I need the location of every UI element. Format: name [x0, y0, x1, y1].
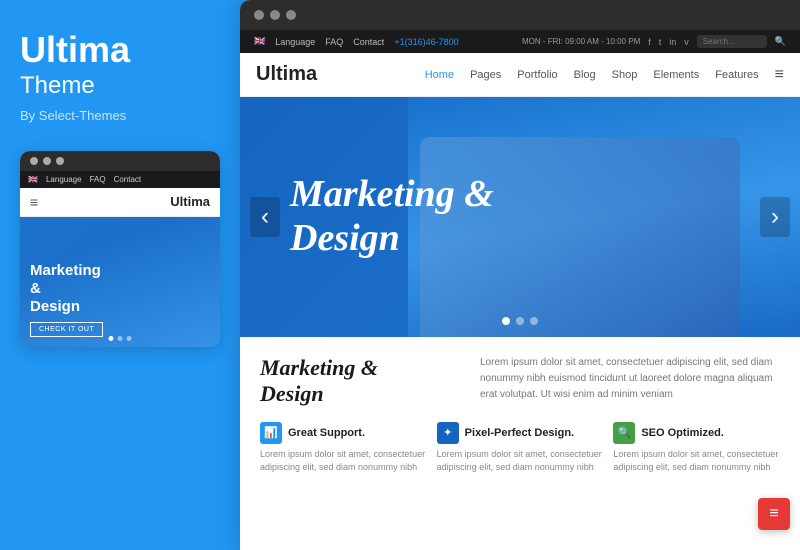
nav-link-blog[interactable]: Blog [574, 69, 596, 81]
hero-dot-1[interactable] [502, 317, 510, 325]
content-left: Marketing & Design [260, 355, 460, 408]
features-row: 📊 Great Support. Lorem ipsum dolor sit a… [260, 422, 780, 475]
feature-para-2: Lorem ipsum dolor sit amet, consectetuer… [437, 448, 604, 475]
hero-dot-2[interactable] [516, 317, 524, 325]
feature-col-3: 🔍 SEO Optimized. Lorem ipsum dolor sit a… [613, 422, 780, 475]
hero-dot-3[interactable] [530, 317, 538, 325]
mobile-topbar: 🇬🇧 Language FAQ Contact [20, 171, 220, 188]
right-panel: 🇬🇧 Language FAQ Contact +1(316)46-7800 M… [240, 0, 800, 550]
nav-link-shop[interactable]: Shop [612, 69, 638, 81]
mobile-contact-link[interactable]: Contact [114, 175, 142, 184]
feature-title-1: Great Support. [288, 427, 365, 439]
browser-dot-2 [270, 10, 280, 20]
hero-title-line1: Marketing & [290, 173, 494, 215]
mobile-hero-dots [109, 336, 132, 341]
content-heading: Marketing & Design [260, 355, 460, 408]
mobile-faq-link[interactable]: FAQ [90, 175, 106, 184]
feature-col-1: 📊 Great Support. Lorem ipsum dolor sit a… [260, 422, 427, 475]
topbar-left: 🇬🇧 Language FAQ Contact +1(316)46-7800 [254, 36, 459, 47]
feature-para-3: Lorem ipsum dolor sit amet, consectetuer… [613, 448, 780, 475]
nav-link-home[interactable]: Home [425, 69, 454, 81]
dot-1 [30, 157, 38, 165]
mobile-hero-btn[interactable]: CHECK IT OUT [30, 322, 103, 337]
mobile-preview-card: 🇬🇧 Language FAQ Contact ≡ Ultima Marketi… [20, 151, 220, 347]
topbar-social-fb[interactable]: f [648, 37, 651, 47]
hero-title: Marketing & Design [290, 173, 494, 260]
feature-icon-wrap-1: 📊 Great Support. [260, 422, 427, 444]
hero-title-line2: Design [290, 217, 400, 259]
site-topbar: 🇬🇧 Language FAQ Contact +1(316)46-7800 M… [240, 30, 800, 53]
topbar-faq[interactable]: FAQ [325, 37, 343, 47]
topbar-search-input[interactable] [697, 35, 767, 48]
topbar-phone: +1(316)46-7800 [394, 37, 458, 47]
nav-links: Home Pages Portfolio Blog Shop Elements … [425, 66, 784, 84]
feature-para-1: Lorem ipsum dolor sit amet, consectetuer… [260, 448, 427, 475]
feature-icon-1: 📊 [260, 422, 282, 444]
mobile-hero-title: Marketing&Design [30, 262, 103, 316]
topbar-search-icon[interactable]: 🔍 [775, 36, 786, 47]
nav-link-pages[interactable]: Pages [470, 69, 501, 81]
mobile-hero-dot-2 [118, 336, 123, 341]
mobile-titlebar [20, 151, 220, 171]
mobile-nav: ≡ Ultima [20, 188, 220, 217]
mobile-hero-dot-3 [127, 336, 132, 341]
brand-subtitle: Theme [20, 72, 220, 100]
content-heading-line1: Marketing & [260, 355, 378, 380]
browser-titlebar [240, 0, 800, 30]
mobile-hero: Marketing&Design CHECK IT OUT [20, 217, 220, 347]
topbar-social-tw[interactable]: t [659, 37, 662, 47]
nav-link-features[interactable]: Features [715, 69, 758, 81]
content-right: Lorem ipsum dolor sit amet, consectetuer… [480, 355, 780, 408]
feature-title-3: SEO Optimized. [641, 427, 724, 439]
brand-title: Ultima [20, 30, 220, 70]
topbar-social-v[interactable]: v [684, 37, 689, 47]
content-top: Marketing & Design Lorem ipsum dolor sit… [260, 355, 780, 408]
topbar-hours: MON - FRI: 09:00 AM - 10:00 PM [522, 37, 640, 46]
mobile-flag-icon: 🇬🇧 [28, 175, 38, 184]
hero-dots [502, 317, 538, 325]
brand-by: By Select-Themes [20, 108, 220, 123]
browser-dot-3 [286, 10, 296, 20]
feature-icon-2: ✦ [437, 422, 459, 444]
nav-hamburger-icon[interactable]: ≡ [775, 66, 784, 84]
topbar-social-in[interactable]: in [669, 37, 676, 47]
feature-icon-wrap-3: 🔍 SEO Optimized. [613, 422, 780, 444]
hero-prev-arrow[interactable]: ‹ [250, 197, 280, 237]
mobile-hero-dot-1 [109, 336, 114, 341]
corner-menu-button[interactable]: ≡ [758, 498, 790, 530]
mobile-hamburger-icon[interactable]: ≡ [30, 194, 38, 210]
content-heading-line2: Design [260, 381, 324, 406]
site-content: Marketing & Design Lorem ipsum dolor sit… [240, 337, 800, 550]
topbar-contact[interactable]: Contact [353, 37, 384, 47]
feature-title-2: Pixel-Perfect Design. [465, 427, 574, 439]
mobile-hero-content: Marketing&Design CHECK IT OUT [30, 262, 103, 337]
feature-icon-3: 🔍 [613, 422, 635, 444]
left-panel: Ultima Theme By Select-Themes 🇬🇧 Languag… [0, 0, 240, 550]
mobile-language-label[interactable]: Language [46, 175, 82, 184]
hero-next-arrow[interactable]: › [760, 197, 790, 237]
nav-link-portfolio[interactable]: Portfolio [517, 69, 557, 81]
topbar-right: MON - FRI: 09:00 AM - 10:00 PM f t in v … [522, 35, 786, 48]
topbar-language[interactable]: Language [275, 37, 315, 47]
topbar-flag-icon: 🇬🇧 [254, 36, 265, 47]
dot-3 [56, 157, 64, 165]
content-para: Lorem ipsum dolor sit amet, consectetuer… [480, 355, 780, 403]
hero-content: Marketing & Design [290, 173, 494, 260]
feature-icon-wrap-2: ✦ Pixel-Perfect Design. [437, 422, 604, 444]
mobile-nav-logo: Ultima [170, 194, 210, 209]
feature-col-2: ✦ Pixel-Perfect Design. Lorem ipsum dolo… [437, 422, 604, 475]
nav-link-elements[interactable]: Elements [653, 69, 699, 81]
site-logo: Ultima [256, 63, 317, 86]
site-nav: Ultima Home Pages Portfolio Blog Shop El… [240, 53, 800, 97]
dot-2 [43, 157, 51, 165]
site-hero: Marketing & Design ‹ › [240, 97, 800, 337]
browser-dot-1 [254, 10, 264, 20]
